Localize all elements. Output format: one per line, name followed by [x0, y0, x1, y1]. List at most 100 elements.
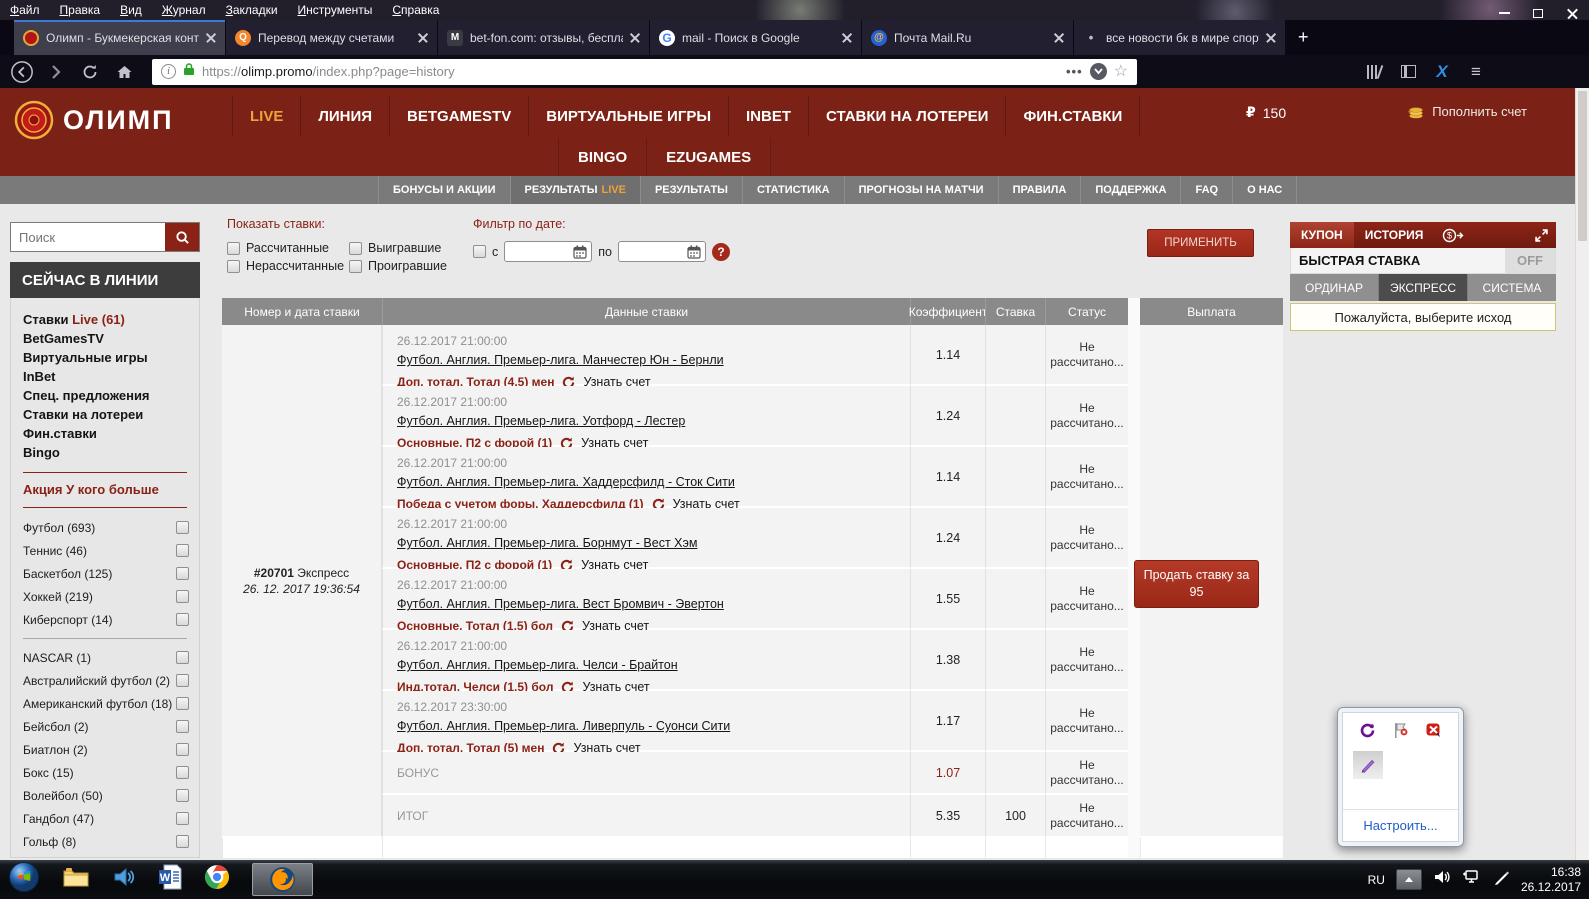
tab-coupon[interactable]: КУПОН	[1290, 222, 1354, 248]
filter-won[interactable]: Выигравшие	[349, 241, 441, 255]
mode-express[interactable]: ЭКСПРЕСС	[1378, 274, 1467, 301]
subnav-bonuses[interactable]: БОНУСЫ И АКЦИИ	[378, 176, 510, 204]
olimp-logo[interactable]: ОЛИМП	[14, 100, 174, 140]
subnav-results-live[interactable]: РЕЗУЛЬТАТЫ LIVE	[509, 176, 640, 204]
checkbox[interactable]	[176, 743, 189, 756]
tab-close-icon[interactable]	[418, 33, 428, 43]
event-link[interactable]: Футбол. Англия. Премьер-лига. Ливерпуль …	[397, 719, 730, 733]
start-button[interactable]	[8, 861, 40, 898]
sidebar-item-fin-bets[interactable]: Фин.ставки	[23, 424, 199, 443]
page-scrollbar[interactable]	[1575, 88, 1589, 860]
sport-filter-football[interactable]: Футбол (693)	[11, 516, 199, 539]
tray-flag-icon[interactable]	[1393, 722, 1409, 744]
menu-help[interactable]: Справка	[392, 3, 439, 17]
tab-close-icon[interactable]	[1266, 33, 1276, 43]
tab-google[interactable]: G mail - Поиск в Google	[650, 20, 862, 55]
tray-swirl-icon[interactable]	[1359, 722, 1376, 744]
nav-lottery-bets[interactable]: СТАВКИ НА ЛОТЕРЕИ	[808, 96, 1005, 136]
mode-system[interactable]: СИСТЕМА	[1467, 274, 1556, 301]
tab-close-icon[interactable]	[206, 33, 216, 43]
checkbox[interactable]	[227, 241, 240, 255]
checkbox[interactable]	[176, 697, 189, 710]
search-button[interactable]	[165, 223, 199, 251]
sport-filter-volleyball[interactable]: Волейбол (50)	[11, 784, 199, 807]
back-button[interactable]	[10, 59, 34, 85]
sport-filter-handball[interactable]: Гандбол (47)	[11, 807, 199, 830]
nav-line[interactable]: ЛИНИЯ	[300, 96, 389, 136]
quick-bet-off-toggle[interactable]: OFF	[1505, 248, 1555, 273]
taskbar-firefox-button[interactable]	[252, 863, 313, 896]
sidebar-item-bingo[interactable]: Bingo	[23, 443, 199, 462]
nav-live[interactable]: LIVE	[232, 96, 300, 136]
sidebar-item-virtual-games[interactable]: Виртуальные игры	[23, 348, 199, 367]
minimize-button[interactable]	[1487, 0, 1521, 26]
new-tab-button[interactable]: +	[1286, 20, 1321, 55]
filter-uncalculated[interactable]: Нерассчитанные	[227, 259, 344, 273]
tab-mailru[interactable]: @ Почта Mail.Ru	[862, 20, 1074, 55]
event-link[interactable]: Футбол. Англия. Премьер-лига. Челси - Бр…	[397, 658, 678, 672]
url-bar[interactable]: i https://olimp.promo/index.php?page=his…	[152, 58, 1137, 85]
language-indicator[interactable]: RU	[1368, 873, 1385, 887]
sport-filter-nascar[interactable]: NASCAR (1)	[11, 646, 199, 669]
menu-file[interactable]: Файл	[10, 3, 40, 17]
checkbox[interactable]	[176, 544, 189, 557]
subnav-results[interactable]: РЕЗУЛЬТАТЫ	[639, 176, 742, 204]
sport-filter-esports[interactable]: Киберспорт (14)	[11, 608, 199, 631]
tab-history[interactable]: ИСТОРИЯ	[1354, 222, 1435, 248]
close-button[interactable]	[1555, 0, 1589, 26]
checkbox[interactable]	[176, 567, 189, 580]
library-icon[interactable]	[1362, 64, 1386, 79]
taskbar-explorer-button[interactable]	[62, 866, 90, 893]
sport-filter-aussie-football[interactable]: Австралийский футбол (2)	[11, 669, 199, 692]
menu-tools[interactable]: Инструменты	[298, 3, 373, 17]
subnav-statistics[interactable]: СТАТИСТИКА	[741, 176, 844, 204]
volume-icon[interactable]	[1433, 869, 1451, 890]
help-icon[interactable]: ?	[711, 242, 730, 261]
sport-filter-basketball[interactable]: Баскетбол (125)	[11, 562, 199, 585]
subnav-about[interactable]: О НАС	[1232, 176, 1298, 204]
tab-olimp[interactable]: Олимп - Букмекерская контор	[14, 20, 226, 55]
pen-input-icon[interactable]	[1493, 869, 1510, 891]
apply-button[interactable]: ПРИМЕНИТЬ	[1147, 229, 1254, 257]
date-to-input[interactable]	[617, 241, 706, 262]
checkbox[interactable]	[176, 590, 189, 603]
tab-betfon[interactable]: M bet-fon.com: отзывы, бесплат	[438, 20, 650, 55]
nav-fin-bets[interactable]: ФИН.СТАВКИ	[1005, 96, 1141, 136]
taskbar-clock[interactable]: 16:38 26.12.2017	[1521, 865, 1581, 895]
sport-filter-boxing[interactable]: Бокс (15)	[11, 761, 199, 784]
sport-filter-tennis[interactable]: Теннис (46)	[11, 539, 199, 562]
pocket-icon[interactable]	[1089, 63, 1107, 80]
network-icon[interactable]	[1462, 869, 1482, 890]
forward-button[interactable]	[44, 64, 68, 80]
date-from-input[interactable]	[504, 241, 593, 262]
checkbox[interactable]	[176, 720, 189, 733]
hamburger-menu-icon[interactable]: ≡	[1464, 62, 1488, 82]
checkbox[interactable]	[176, 835, 189, 848]
tab-news[interactable]: • все новости бк в мире спорта	[1074, 20, 1286, 55]
sidebar-toggle-icon[interactable]	[1396, 65, 1420, 78]
subnav-faq[interactable]: FAQ	[1180, 176, 1232, 204]
sport-filter-biathlon[interactable]: Биатлон (2)	[11, 738, 199, 761]
checkbox[interactable]	[176, 521, 189, 534]
taskbar-word-button[interactable]: W	[158, 864, 182, 895]
maximize-button[interactable]	[1521, 0, 1555, 26]
filter-lost[interactable]: Проигравшие	[349, 259, 447, 273]
nav-virtual-games[interactable]: ВИРТУАЛЬНЫЕ ИГРЫ	[528, 96, 728, 136]
bookmark-star-icon[interactable]: ☆	[1114, 63, 1128, 80]
tray-pen-icon[interactable]	[1352, 751, 1383, 779]
tab-close-icon[interactable]	[842, 33, 852, 43]
sidebar-item-special-offers[interactable]: Спец. предложения	[23, 386, 199, 405]
mode-single[interactable]: ОРДИНАР	[1290, 274, 1378, 301]
sidebar-item-betgamestv[interactable]: BetGamesTV	[23, 329, 199, 348]
checkbox[interactable]	[176, 812, 189, 825]
date-filter-checkbox[interactable]	[473, 245, 486, 258]
event-link[interactable]: Футбол. Англия. Премьер-лига. Вест Бромв…	[397, 597, 724, 611]
tray-expand-button[interactable]	[1395, 869, 1422, 890]
filter-calculated[interactable]: Рассчитанные	[227, 241, 329, 255]
checkbox[interactable]	[349, 259, 362, 273]
menu-history[interactable]: Журнал	[162, 3, 206, 17]
checkbox[interactable]	[176, 674, 189, 687]
sport-filter-american-football[interactable]: Американский футбол (18)	[11, 692, 199, 715]
topup-account-button[interactable]: Пополнить счет	[1406, 104, 1527, 119]
promo-link[interactable]: Акция У кого больше	[23, 482, 199, 497]
